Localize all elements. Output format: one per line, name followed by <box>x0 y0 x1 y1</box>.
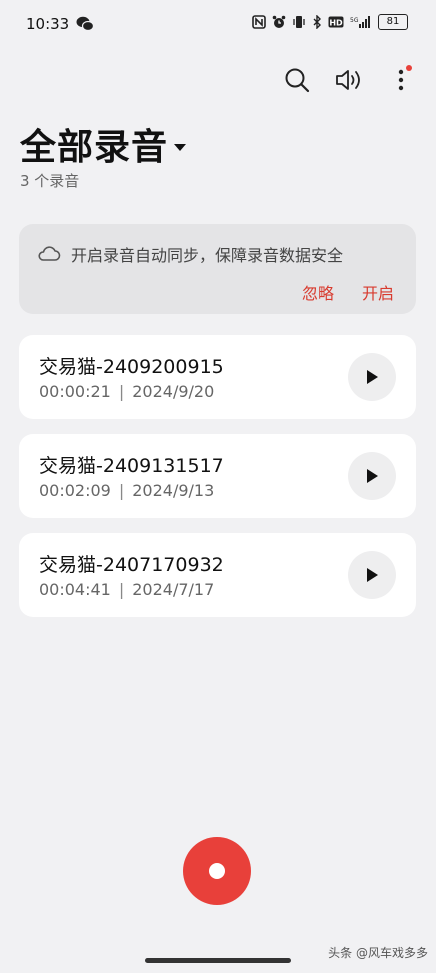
recording-date: 2024/9/13 <box>132 481 215 500</box>
recording-count: 3 个录音 <box>20 172 80 190</box>
recording-date: 2024/9/20 <box>132 382 215 401</box>
play-icon <box>367 469 378 483</box>
status-icons: HD 5G 81 <box>252 14 408 30</box>
separator: | <box>118 382 125 401</box>
sync-prompt-card: 开启录音自动同步，保障录音数据安全 忽略 开启 <box>19 224 416 314</box>
recording-duration: 00:04:41 <box>39 580 111 599</box>
recording-title: 交易猫-2409200915 <box>39 356 224 378</box>
recording-duration: 00:02:09 <box>39 481 111 500</box>
hd-icon: HD <box>328 14 344 30</box>
bluetooth-icon <box>312 14 322 30</box>
page-title: 全部录音 <box>20 127 169 168</box>
alarm-icon <box>272 14 286 30</box>
signal-5g-icon: 5G <box>350 14 372 30</box>
play-button[interactable] <box>348 551 396 599</box>
speaker-button[interactable] <box>334 60 364 100</box>
recording-duration: 00:00:21 <box>39 382 111 401</box>
search-icon <box>285 68 310 93</box>
nfc-icon <box>252 14 266 30</box>
recording-item[interactable]: 交易猫-2407170932 00:04:41 | 2024/7/17 <box>19 533 416 617</box>
recording-title: 交易猫-2409131517 <box>39 455 224 477</box>
sync-message: 开启录音自动同步，保障录音数据安全 <box>71 246 344 265</box>
enable-sync-button[interactable]: 开启 <box>362 280 394 304</box>
more-vertical-icon <box>398 69 404 91</box>
play-icon <box>367 568 378 582</box>
play-button[interactable] <box>348 353 396 401</box>
play-icon <box>367 370 378 384</box>
svg-text:HD: HD <box>329 19 343 28</box>
play-button[interactable] <box>348 452 396 500</box>
ignore-button[interactable]: 忽略 <box>302 280 334 304</box>
status-time: 10:33 <box>26 15 70 33</box>
top-toolbar <box>282 60 416 100</box>
battery-indicator: 81 <box>378 14 408 30</box>
speaker-icon <box>336 70 360 90</box>
record-button[interactable] <box>183 837 251 905</box>
wechat-notification-icon <box>76 16 95 32</box>
more-button[interactable] <box>386 60 416 100</box>
recording-meta: 00:00:21 | 2024/9/20 <box>39 382 214 401</box>
dropdown-arrow-icon <box>174 143 187 151</box>
recording-meta: 00:04:41 | 2024/7/17 <box>39 580 214 599</box>
record-icon <box>209 863 225 879</box>
recording-date: 2024/7/17 <box>132 580 215 599</box>
separator: | <box>118 580 125 599</box>
vibrate-icon <box>292 14 306 30</box>
svg-text:5G: 5G <box>350 17 359 24</box>
watermark: 头条 @风车戏多多 <box>328 946 428 960</box>
sync-actions: 忽略 开启 <box>302 280 394 304</box>
title-dropdown[interactable]: 全部录音 <box>20 118 187 170</box>
search-button[interactable] <box>282 60 312 100</box>
recording-meta: 00:02:09 | 2024/9/13 <box>39 481 214 500</box>
recording-item[interactable]: 交易猫-2409131517 00:02:09 | 2024/9/13 <box>19 434 416 518</box>
home-indicator[interactable] <box>145 958 291 963</box>
recording-item[interactable]: 交易猫-2409200915 00:00:21 | 2024/9/20 <box>19 335 416 419</box>
notification-dot <box>406 65 412 71</box>
status-bar: 10:33 HD 5G 81 <box>0 0 436 50</box>
recording-title: 交易猫-2407170932 <box>39 554 224 576</box>
cloud-icon <box>37 244 61 264</box>
separator: | <box>118 481 125 500</box>
